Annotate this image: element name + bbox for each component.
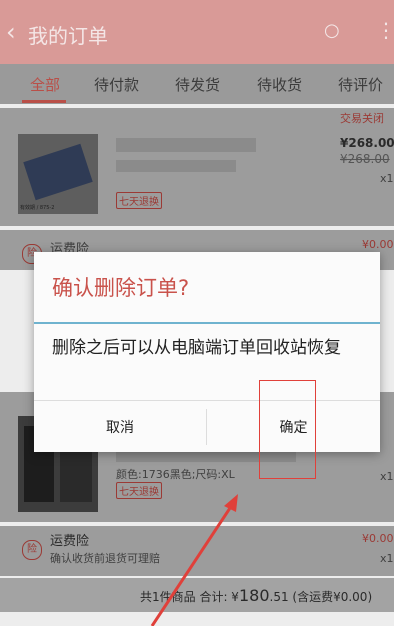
arrow-shaft [150, 501, 236, 626]
arrow-head [224, 494, 238, 512]
annotation-arrow [150, 494, 238, 626]
